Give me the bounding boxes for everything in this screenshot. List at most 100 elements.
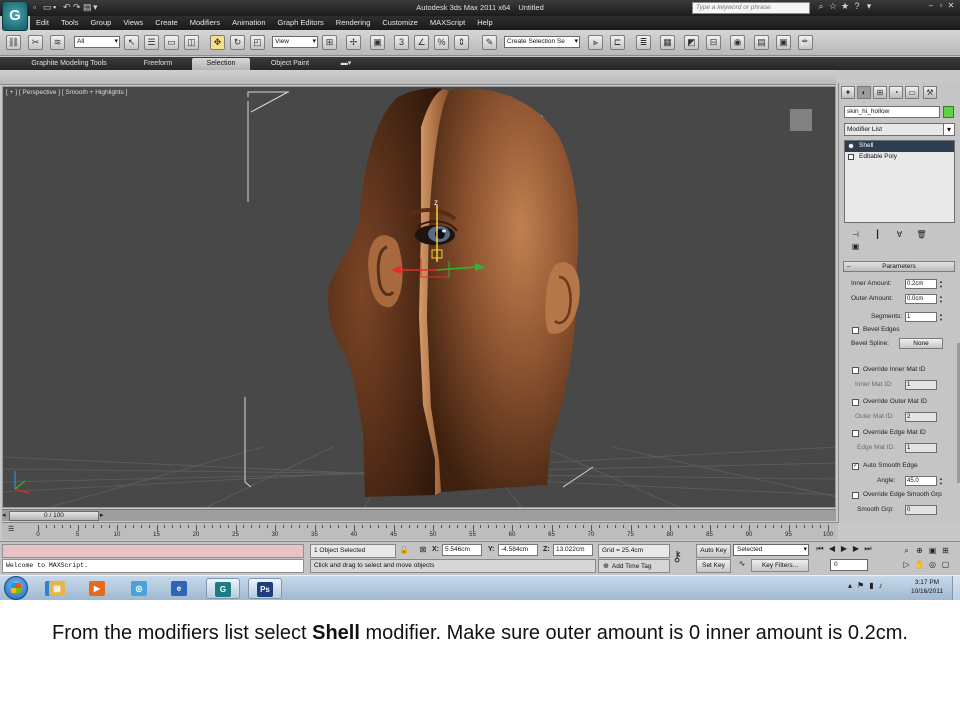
star-icon[interactable]: ☆ bbox=[827, 1, 839, 12]
expand-icon[interactable] bbox=[848, 154, 854, 160]
override-outer-checkbox[interactable] bbox=[852, 399, 859, 406]
chevron-down-icon[interactable]: ▾ bbox=[863, 1, 875, 12]
menu-rendering[interactable]: Rendering bbox=[330, 16, 377, 29]
go-to-end-icon[interactable]: ⏭ bbox=[862, 544, 874, 554]
bind-space-warp-icon[interactable]: ≋ bbox=[50, 35, 65, 50]
tab-graphite-modeling-tools[interactable]: Graphite Modeling Tools bbox=[16, 58, 122, 70]
select-manipulate-icon[interactable]: ✢ bbox=[346, 35, 361, 50]
spinner-arrows-icon[interactable]: ▲ ▼ bbox=[939, 476, 944, 486]
rotate-icon[interactable]: ↻ bbox=[230, 35, 245, 50]
auto-key-button[interactable]: Auto Key bbox=[696, 544, 731, 558]
menu-modifiers[interactable]: Modifiers bbox=[184, 16, 226, 29]
rendered-frame-icon[interactable]: ▣ bbox=[776, 35, 791, 50]
align-icon[interactable]: ⊏ bbox=[610, 35, 625, 50]
chrome-icon[interactable]: ◎ bbox=[122, 578, 156, 599]
prev-key-icon[interactable]: ◀ bbox=[826, 544, 838, 553]
modifier-list-dropdown[interactable]: Modifier List bbox=[844, 123, 955, 136]
object-name-field[interactable]: skin_hi_hollow bbox=[844, 106, 940, 118]
minimize-icon[interactable]: – bbox=[926, 1, 936, 10]
tray-expand-icon[interactable]: ▴ bbox=[848, 581, 852, 590]
angle-spinner[interactable]: 45.0 bbox=[905, 476, 937, 486]
go-to-start-icon[interactable]: ⏮ bbox=[814, 544, 826, 554]
media-player-icon[interactable]: ▶ bbox=[80, 578, 114, 599]
show-desktop-button[interactable] bbox=[952, 576, 960, 600]
auto-smooth-checkbox[interactable]: ✓ bbox=[852, 463, 859, 470]
next-frame-icon[interactable]: ▸ bbox=[100, 511, 104, 519]
set-key-button[interactable]: Set Key bbox=[696, 559, 731, 573]
bevel-edges-checkbox[interactable] bbox=[852, 327, 859, 334]
zoom-extents-all-icon[interactable]: ⊞ bbox=[939, 544, 952, 558]
spinner-arrows-icon[interactable]: ▲ ▼ bbox=[939, 312, 944, 322]
link-icon[interactable]: ⛓ bbox=[6, 35, 21, 50]
menu-tools[interactable]: Tools bbox=[55, 16, 85, 29]
outer-mat-spinner[interactable]: 2 bbox=[905, 412, 937, 422]
smooth-grp-spinner[interactable]: 0 bbox=[905, 505, 937, 515]
reference-coordinate-dropdown[interactable]: View bbox=[272, 36, 318, 48]
ribbon-options-icon[interactable]: ▬▾ bbox=[336, 58, 356, 70]
tab-freeform[interactable]: Freeform bbox=[128, 58, 188, 70]
select-by-name-icon[interactable]: ☰ bbox=[144, 35, 159, 50]
pan-icon[interactable]: ✋ bbox=[913, 558, 926, 572]
app-logo-button[interactable]: G bbox=[2, 1, 28, 31]
viewport-label[interactable]: [ + ] [ Perspective ] [ Smooth + Highlig… bbox=[6, 89, 127, 96]
help-icon[interactable]: ? bbox=[851, 1, 863, 11]
window-crossing-icon[interactable]: ◫ bbox=[184, 35, 199, 50]
flag-icon[interactable]: ⚑ bbox=[857, 581, 864, 590]
parameters-rollout-header[interactable]: – Parameters bbox=[843, 261, 955, 272]
keyboard-shortcut-icon[interactable]: ▣ bbox=[370, 35, 385, 50]
spinner-arrows-icon[interactable]: ▲ ▼ bbox=[939, 294, 944, 304]
menu-group[interactable]: Group bbox=[84, 16, 117, 29]
maxscript-listener-output[interactable]: Welcome to MAXScript. bbox=[2, 559, 304, 573]
close-icon[interactable]: ✕ bbox=[946, 1, 956, 10]
selection-filter-dropdown[interactable]: All bbox=[74, 36, 120, 48]
hierarchy-tab-icon[interactable]: ⊞ bbox=[873, 86, 887, 99]
zoom-extents-icon[interactable]: ▣ bbox=[926, 544, 939, 558]
set-key-icon[interactable]: ⚷ bbox=[672, 548, 682, 565]
perspective-viewport[interactable]: z [ + ] [ Perspective ] [ Smooth + Highl… bbox=[2, 86, 836, 508]
add-time-tag-button[interactable]: ⊕ Add Time Tag bbox=[598, 559, 670, 573]
y-coordinate-field[interactable]: -4.584cm bbox=[498, 544, 538, 556]
mirror-icon[interactable]: ⫸ bbox=[588, 35, 603, 50]
segments-spinner[interactable]: 1 bbox=[905, 312, 937, 322]
lightbulb-icon[interactable] bbox=[848, 143, 854, 149]
utilities-tab-icon[interactable]: ⚒ bbox=[923, 86, 937, 99]
unlink-icon[interactable]: ✂ bbox=[28, 35, 43, 50]
help-search-input[interactable]: Type a keyword or phrase bbox=[692, 2, 810, 14]
prev-frame-icon[interactable]: ◂ bbox=[2, 511, 6, 519]
menu-maxscript[interactable]: MAXScript bbox=[424, 16, 471, 29]
pivot-center-icon[interactable]: ⊞ bbox=[322, 35, 337, 50]
display-tab-icon[interactable]: ▭ bbox=[905, 86, 919, 99]
bevel-spline-button[interactable]: None bbox=[899, 338, 943, 349]
taskbar-clock[interactable]: 3:17 PM 10/16/2011 bbox=[905, 578, 949, 596]
maximize-icon[interactable]: ▫ bbox=[936, 1, 946, 10]
photoshop-icon[interactable]: Ps bbox=[248, 578, 282, 599]
menu-create[interactable]: Create bbox=[149, 16, 184, 29]
menu-animation[interactable]: Animation bbox=[226, 16, 271, 29]
menu-help[interactable]: Help bbox=[471, 16, 498, 29]
time-slider-thumb[interactable]: 0 / 100 bbox=[9, 511, 99, 521]
override-inner-checkbox[interactable] bbox=[852, 367, 859, 374]
play-icon[interactable]: ▶ bbox=[838, 544, 850, 553]
menu-customize[interactable]: Customize bbox=[376, 16, 423, 29]
3dsmax-icon[interactable]: G bbox=[206, 578, 240, 599]
override-edge-checkbox[interactable] bbox=[852, 430, 859, 437]
configure-sets-icon[interactable]: ▣ bbox=[849, 241, 862, 253]
viewcube[interactable] bbox=[790, 109, 812, 131]
stack-item-shell[interactable]: Shell bbox=[845, 141, 954, 152]
zoom-all-icon[interactable]: ⊕ bbox=[913, 544, 926, 558]
menu-graph-editors[interactable]: Graph Editors bbox=[272, 16, 330, 29]
angle-snap-icon[interactable]: ∠ bbox=[414, 35, 429, 50]
motion-tab-icon[interactable]: ◔ bbox=[889, 86, 903, 99]
time-slider[interactable]: ◂ 0 / 100 ▸ bbox=[2, 509, 836, 521]
firefox-icon[interactable]: e bbox=[162, 578, 196, 599]
key-mode-dropdown[interactable]: Selected bbox=[733, 544, 809, 556]
start-button[interactable] bbox=[4, 576, 28, 600]
material-editor-icon[interactable]: ◉ bbox=[730, 35, 745, 50]
rect-selection-icon[interactable]: ▭ bbox=[164, 35, 179, 50]
remove-modifier-icon[interactable]: 🗑 bbox=[915, 229, 928, 241]
spinner-snap-icon[interactable]: ⇕ bbox=[454, 35, 469, 50]
named-selection-dropdown[interactable]: Create Selection Se bbox=[504, 36, 580, 48]
curve-editor-icon[interactable]: ◩ bbox=[684, 35, 699, 50]
next-key-icon[interactable]: ▶ bbox=[850, 544, 862, 553]
override-smooth-checkbox[interactable] bbox=[852, 492, 859, 499]
